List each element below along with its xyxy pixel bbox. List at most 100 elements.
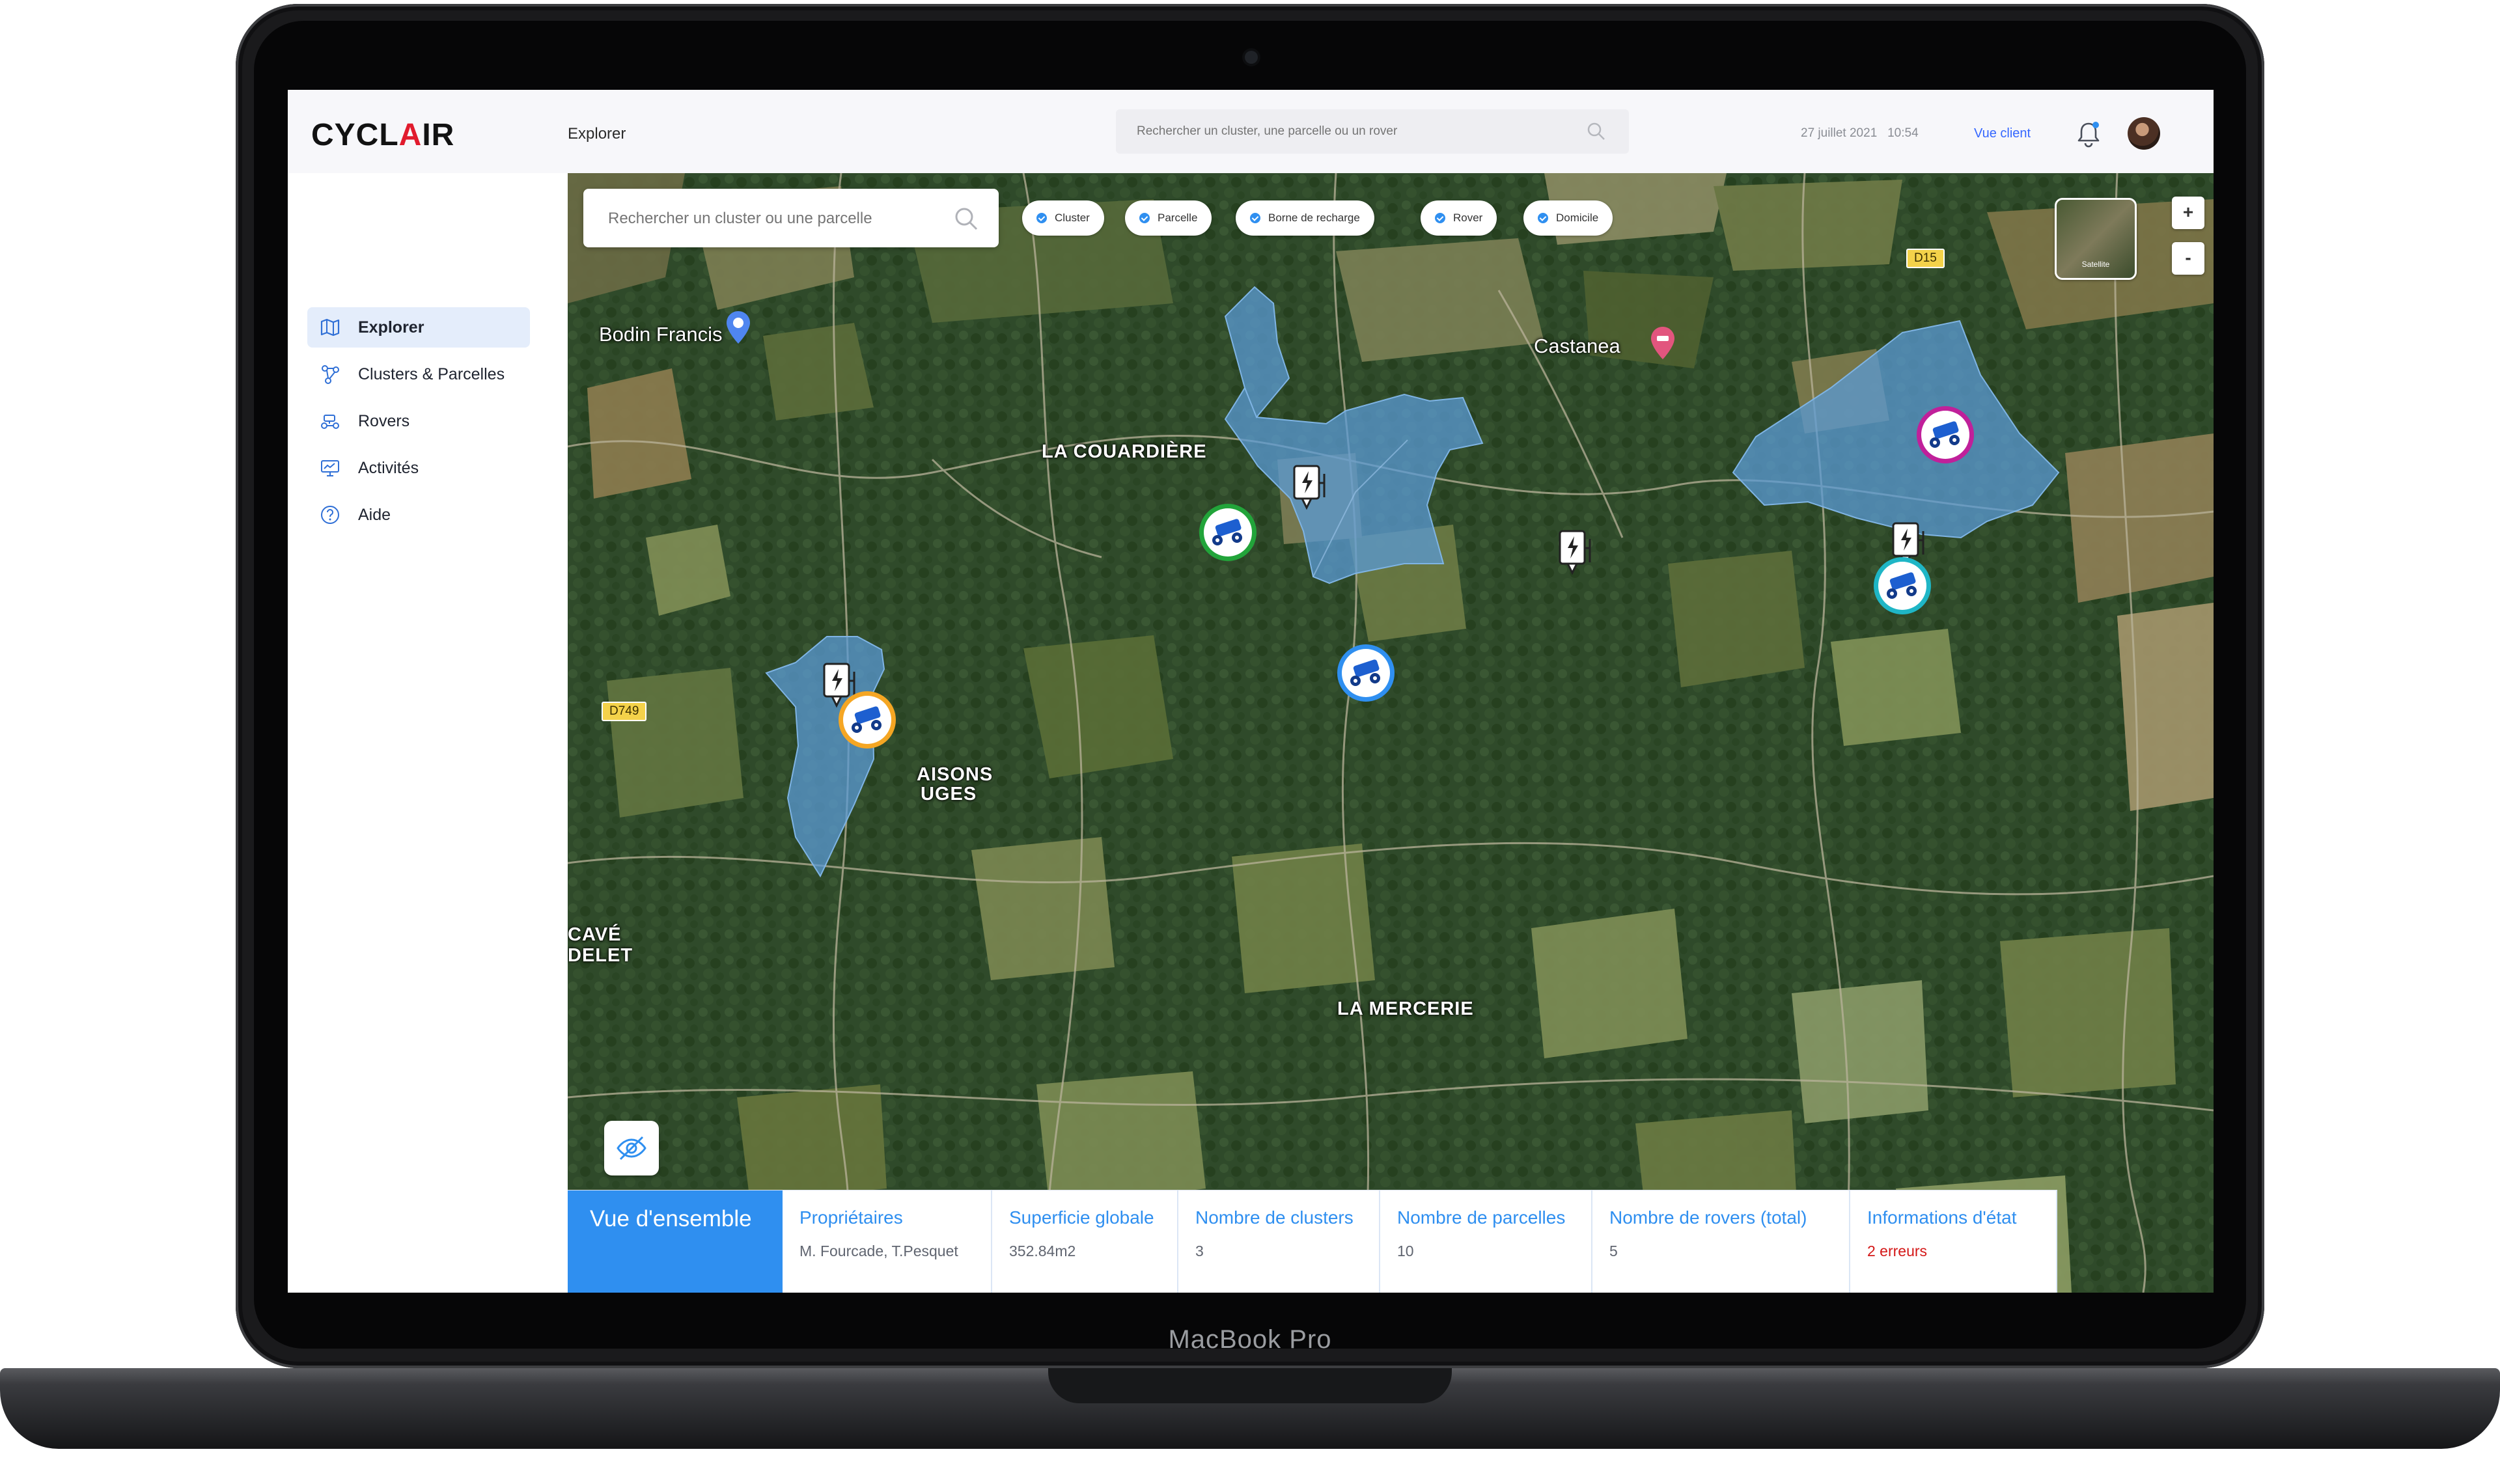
search-icon[interactable] [1586, 121, 1607, 142]
charging-station-icon[interactable] [1557, 529, 1598, 584]
zoom-in-button[interactable]: + [2172, 197, 2204, 229]
notification-dot [2092, 122, 2099, 128]
search-icon[interactable] [953, 206, 979, 232]
eye-off-icon [617, 1136, 646, 1161]
field-label: Nombre de rovers (total) [1609, 1207, 1807, 1228]
map-search-input[interactable] [608, 208, 934, 230]
location-pin-icon[interactable] [724, 310, 753, 346]
help-icon [321, 506, 339, 524]
sidebar-item-label: Aide [358, 505, 391, 524]
sidebar-item-label: Explorer [358, 318, 424, 337]
camera-icon [1245, 51, 1258, 64]
rover-marker-teal[interactable] [1871, 555, 1934, 617]
checkbox-icon [1435, 213, 1445, 223]
top-bar: CYCLAIR Explorer 27 juillet 2021 10:54 V… [288, 90, 2214, 173]
satellite-imagery [568, 173, 2214, 1293]
sidebar-item-rovers[interactable]: Rovers [307, 401, 530, 441]
map-layer-toggle[interactable]: Satellite [2055, 198, 2137, 280]
map-search[interactable] [583, 189, 999, 247]
layer-label: Satellite [2081, 260, 2110, 269]
checkbox-icon [1139, 213, 1150, 223]
cluster-icon [322, 365, 339, 384]
field-label: Nombre de clusters [1195, 1207, 1354, 1228]
filter-chip-cluster[interactable]: Cluster [1022, 200, 1104, 236]
global-search[interactable] [1116, 109, 1629, 154]
sidebar-item-label: Activités [358, 458, 419, 477]
sidebar-item-explorer[interactable]: Explorer [307, 307, 530, 348]
field-value: 3 [1195, 1243, 1204, 1259]
overview-status[interactable]: Informations d'état 2 erreurs [1850, 1190, 2057, 1293]
date-time: 27 juillet 2021 10:54 [1801, 126, 1919, 141]
monitor-icon [321, 460, 339, 476]
rover-marker-green[interactable] [1197, 501, 1259, 564]
place-label-maisons-2: UGES [921, 784, 977, 804]
place-label-bodin: Bodin Francis [599, 323, 723, 346]
laptop-notch [1048, 1368, 1452, 1403]
filter-chip-label: Cluster [1055, 212, 1090, 224]
place-label-couardiere: LA COUARDIÈRE [1042, 441, 1207, 462]
sidebar-item-activites[interactable]: Activités [307, 448, 530, 488]
logo-text: CYCL [311, 118, 399, 152]
user-avatar[interactable] [2128, 117, 2160, 150]
overview-title: Vue d'ensemble [568, 1190, 783, 1293]
hide-layers-button[interactable] [604, 1121, 659, 1175]
checkbox-icon [1036, 213, 1047, 223]
hotel-pin-icon[interactable] [1648, 325, 1677, 362]
field-value: 352.84m2 [1009, 1243, 1076, 1259]
field-value: M. Fourcade, T.Pesquet [799, 1243, 958, 1259]
error-count[interactable]: 2 erreurs [1867, 1243, 2056, 1260]
field-value: 5 [1609, 1243, 1618, 1259]
road-sign-d749: D749 [602, 702, 647, 721]
overview-parcels: Nombre de parcelles 10 [1380, 1190, 1592, 1293]
global-search-input[interactable] [1137, 121, 1553, 142]
place-label-maisons-1: AISONS [917, 764, 993, 785]
sidebar-item-clusters[interactable]: Clusters & Parcelles [307, 354, 530, 394]
filter-chip-label: Borne de recharge [1268, 212, 1360, 224]
sidebar: Explorer Clusters & Parcelles Rovers Act… [288, 173, 568, 1293]
place-label-cave-2: DELET [568, 945, 633, 966]
place-label-castanea: Castanea [1534, 335, 1620, 357]
logo-text-end: IR [422, 118, 455, 152]
rover-marker-magenta[interactable] [1914, 404, 1977, 466]
filter-chip-label: Rover [1453, 212, 1483, 224]
laptop-mockup: CYCLAIR Explorer 27 juillet 2021 10:54 V… [0, 0, 2500, 1484]
date-text: 27 juillet 2021 [1801, 126, 1878, 140]
app-screen: CYCLAIR Explorer 27 juillet 2021 10:54 V… [288, 90, 2214, 1293]
place-label-mercerie: LA MERCERIE [1337, 998, 1474, 1019]
logo-accent: A [398, 118, 423, 152]
rover-icon [321, 415, 339, 429]
overview-rovers: Nombre de rovers (total) 5 [1592, 1190, 1850, 1293]
road-sign-d15: D15 [1906, 249, 1945, 268]
overview-owners: Propriétaires M. Fourcade, T.Pesquet [783, 1190, 992, 1293]
field-label: Propriétaires [799, 1207, 903, 1228]
checkbox-icon [1538, 213, 1548, 223]
field-label: Informations d'état [1867, 1207, 2017, 1228]
filter-chip-label: Parcelle [1158, 212, 1198, 224]
charging-station-icon[interactable] [1292, 463, 1332, 519]
filter-chip-domicile[interactable]: Domicile [1523, 200, 1613, 236]
cyclair-logo[interactable]: CYCLAIR [311, 117, 454, 153]
zoom-out-button[interactable]: - [2172, 242, 2204, 275]
checkbox-icon [1250, 213, 1260, 223]
field-value: 10 [1397, 1243, 1414, 1259]
sidebar-item-label: Clusters & Parcelles [358, 364, 505, 383]
page-title: Explorer [568, 125, 626, 143]
map-icon [320, 318, 340, 337]
overview-clusters: Nombre de clusters 3 [1178, 1190, 1380, 1293]
filter-chip-rover[interactable]: Rover [1421, 200, 1497, 236]
filter-chip-borne[interactable]: Borne de recharge [1236, 200, 1374, 236]
field-label: Nombre de parcelles [1397, 1207, 1566, 1228]
rover-marker-orange[interactable] [836, 689, 898, 751]
bell-icon[interactable] [2076, 120, 2102, 148]
device-label: MacBook Pro [1168, 1325, 1332, 1354]
view-client-link[interactable]: Vue client [1974, 126, 2031, 141]
overview-area: Superficie globale 352.84m2 [992, 1190, 1178, 1293]
satellite-map[interactable]: Cluster Parcelle Borne de recharge Rover… [568, 173, 2214, 1293]
time-text: 10:54 [1887, 126, 1919, 140]
rover-marker-blue[interactable] [1335, 642, 1397, 704]
sidebar-item-aide[interactable]: Aide [307, 495, 530, 535]
field-label: Superficie globale [1009, 1207, 1154, 1228]
filter-chip-parcelle[interactable]: Parcelle [1125, 200, 1212, 236]
place-label-cave-1: CAVÉ [568, 924, 622, 945]
overview-panel: Vue d'ensemble Propriétaires M. Fourcade,… [568, 1190, 2057, 1293]
